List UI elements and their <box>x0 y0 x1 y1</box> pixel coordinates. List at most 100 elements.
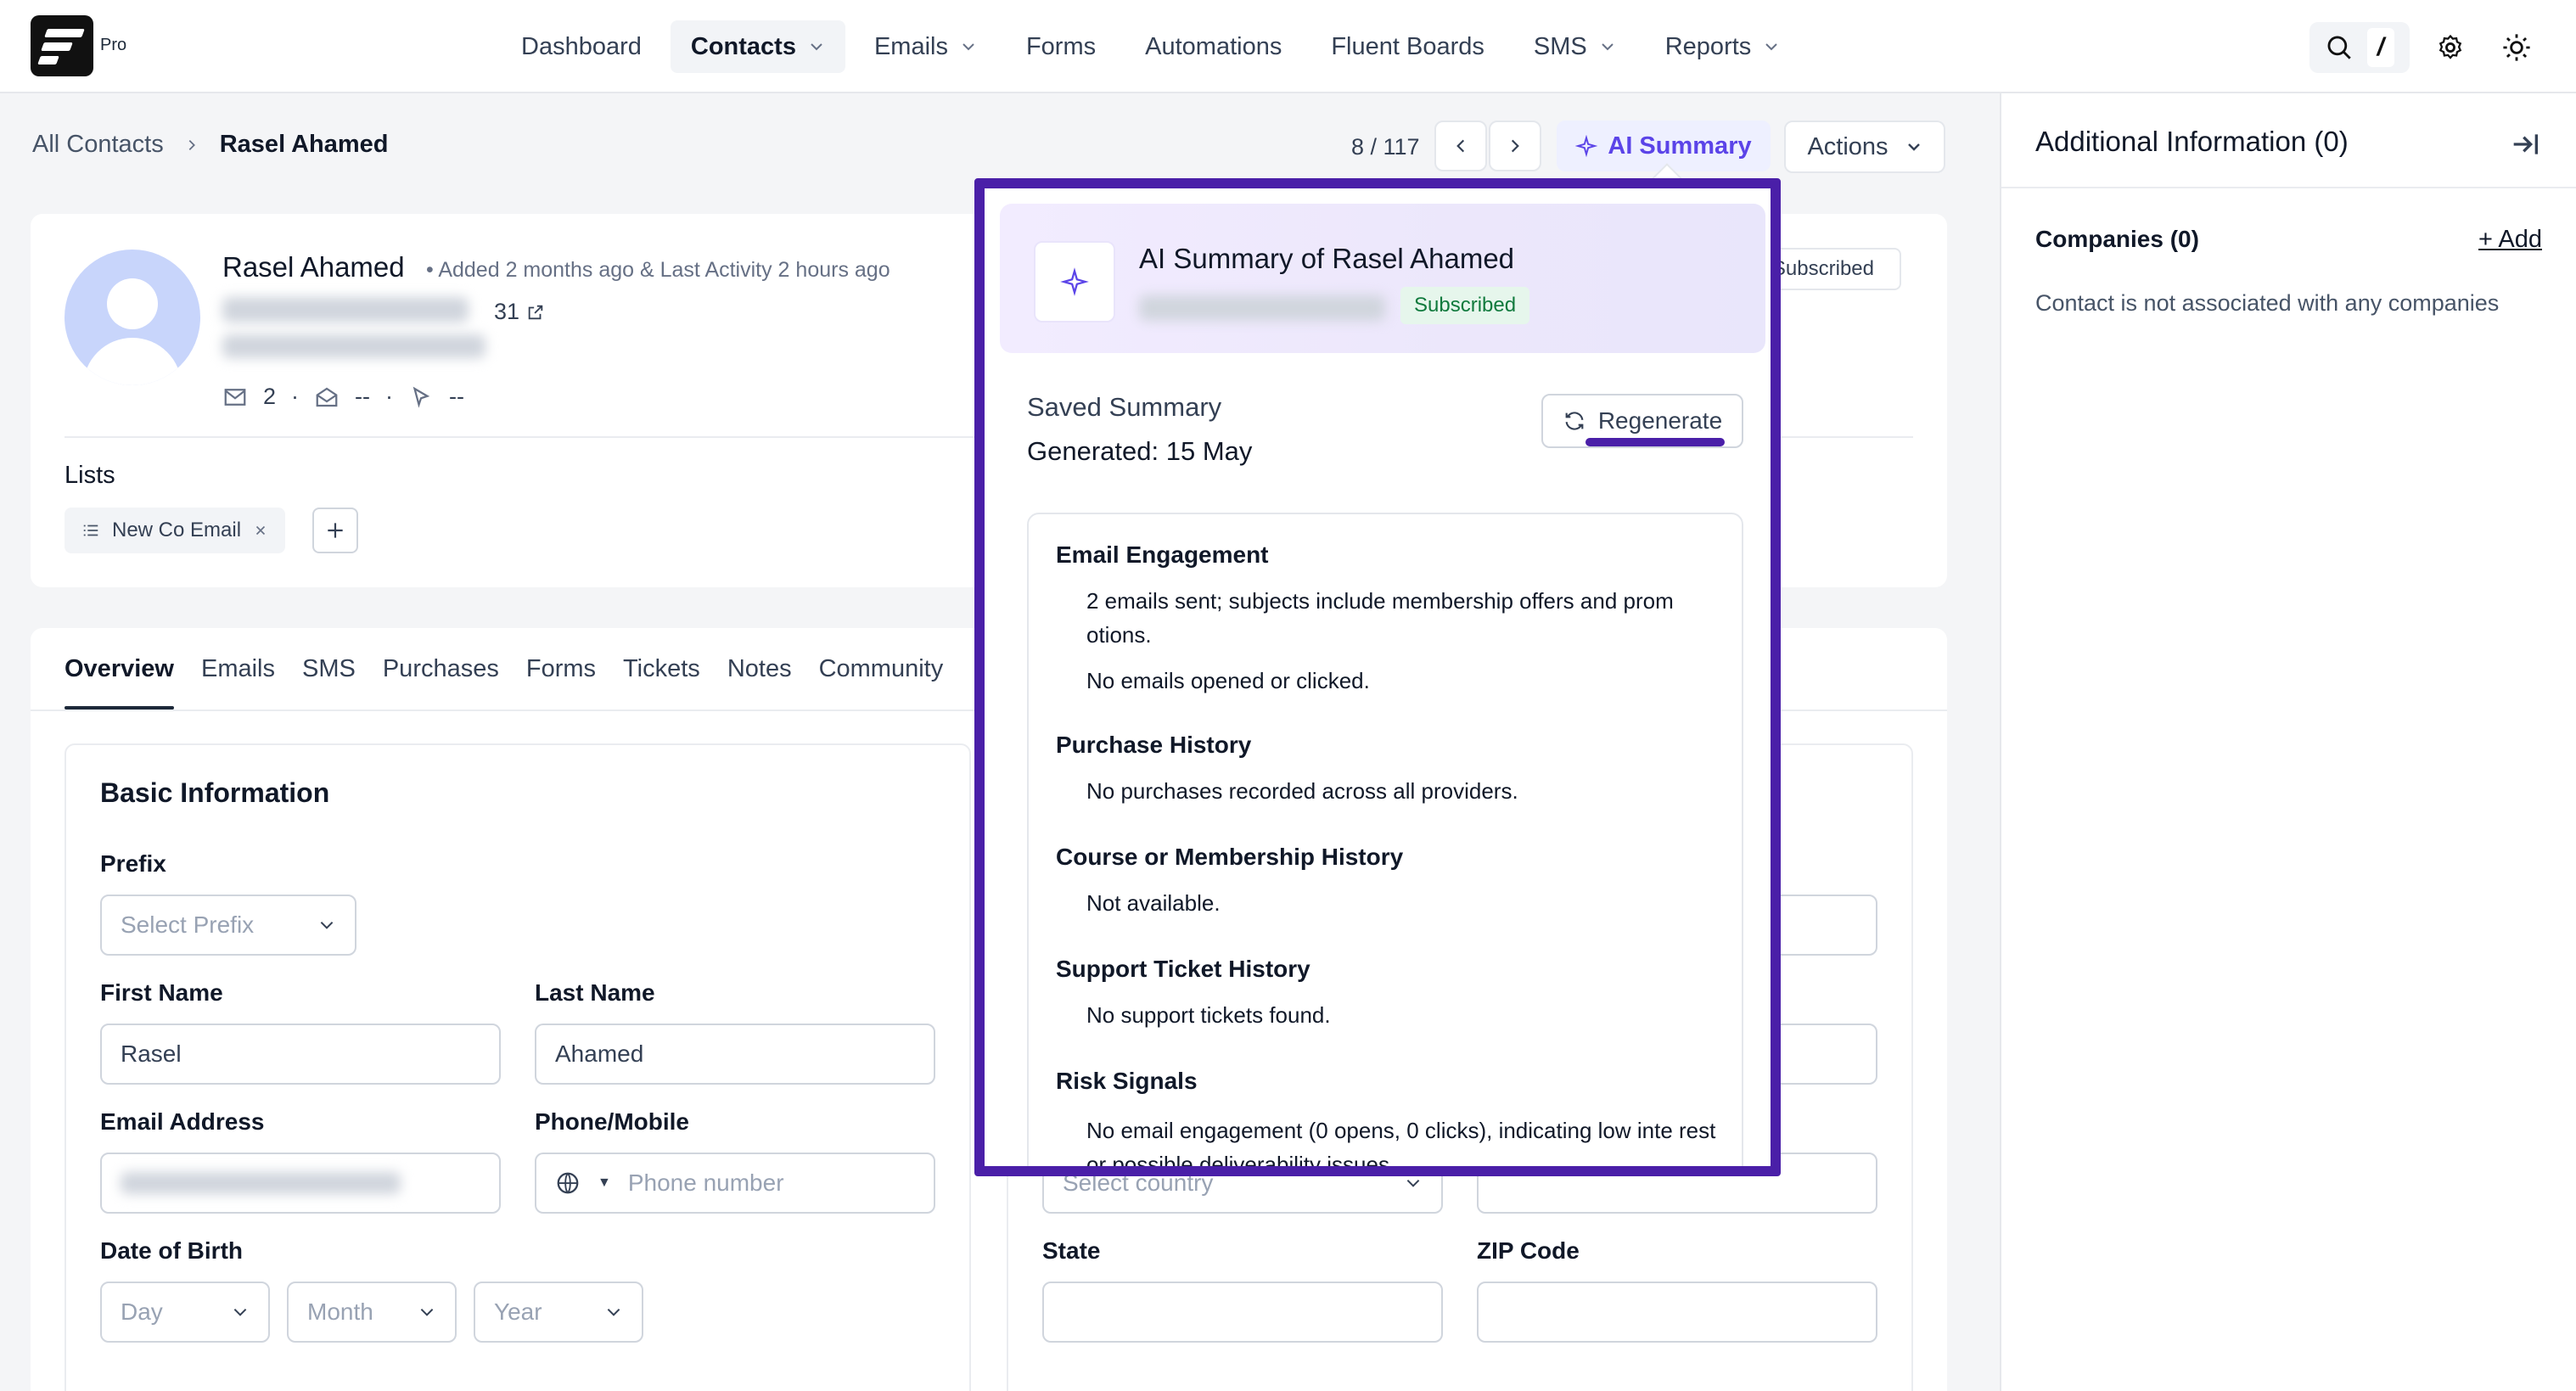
nav-label: Automations <box>1145 32 1282 60</box>
dob-label: Date of Birth <box>100 1237 243 1264</box>
search-shortcut: / <box>2366 28 2394 67</box>
saved-summary-label: Saved Summary <box>1027 392 1222 422</box>
email-field[interactable] <box>100 1153 501 1214</box>
summary-heading: Risk Signals <box>1056 1068 1198 1094</box>
tab-notes[interactable]: Notes <box>727 628 792 710</box>
theme-toggle-button[interactable] <box>2491 22 2542 73</box>
prefix-label: Prefix <box>100 850 166 877</box>
first-name-label: First Name <box>100 979 223 1006</box>
redacted-email <box>1139 295 1385 321</box>
chevron-down-icon <box>1907 143 1920 151</box>
nav-automations[interactable]: Automations <box>1125 20 1302 73</box>
last-name-field[interactable]: Ahamed <box>535 1024 935 1085</box>
top-navigation: Pro Dashboard Contacts Emails Forms Auto… <box>0 0 2576 93</box>
status-badge: Subscribed <box>1400 287 1530 324</box>
sun-icon <box>2503 34 2530 61</box>
tab-forms[interactable]: Forms <box>526 628 596 710</box>
nav-label: Contacts <box>690 32 796 60</box>
tab-tickets[interactable]: Tickets <box>623 628 700 710</box>
dob-year-select[interactable]: Year <box>474 1282 643 1343</box>
year-placeholder: Year <box>494 1298 542 1325</box>
sidebar-title: Additional Information (0) <box>2035 126 2349 157</box>
contact-tabs: Overview Emails SMS Purchases Forms Tick… <box>65 628 943 710</box>
status-dropdown[interactable]: Subscribed <box>1772 248 1901 290</box>
chevron-down-icon <box>811 43 822 51</box>
collapse-panel-icon[interactable] <box>2508 127 2542 161</box>
opens-count: -- <box>355 384 371 409</box>
phone-field[interactable]: ▼ Phone number <box>535 1153 935 1214</box>
contact-number-link[interactable]: 31 <box>494 299 545 325</box>
tab-sms[interactable]: SMS <box>302 628 356 710</box>
redacted-email-value <box>121 1172 401 1194</box>
actions-dropdown[interactable]: Actions <box>1784 121 1945 173</box>
chevron-down-icon <box>1602 43 1614 51</box>
nav-label: Fluent Boards <box>1331 32 1484 60</box>
list-icon <box>83 524 98 536</box>
fluent-logo[interactable] <box>31 15 93 76</box>
separator-dot: · <box>385 384 394 409</box>
nav-label: SMS <box>1533 32 1587 60</box>
first-name-field[interactable]: Rasel <box>100 1024 501 1085</box>
add-list-button[interactable] <box>312 508 358 553</box>
summary-content: Email Engagement 2 emails sent; subjects… <box>1027 513 1743 1166</box>
nav-tools: / <box>2309 22 2542 73</box>
contact-activity-meta: • Added 2 months ago & Last Activity 2 h… <box>426 258 890 282</box>
close-icon[interactable] <box>253 523 268 538</box>
global-search[interactable]: / <box>2309 22 2410 73</box>
nav-label: Reports <box>1664 32 1752 60</box>
tab-purchases[interactable]: Purchases <box>383 628 499 710</box>
external-link-icon <box>528 305 543 319</box>
ai-summary-header: AI Summary of Rasel Ahamed Subscribed <box>1000 204 1765 353</box>
first-name-value: Rasel <box>121 1040 182 1067</box>
zip-field[interactable] <box>1477 1282 1877 1343</box>
settings-button[interactable] <box>2425 22 2476 73</box>
nav-dashboard[interactable]: Dashboard <box>501 20 662 73</box>
month-placeholder: Month <box>307 1298 373 1325</box>
add-company-link[interactable]: + Add <box>2478 226 2542 254</box>
nav-contacts[interactable]: Contacts <box>670 20 845 73</box>
ai-icon-box <box>1034 241 1115 323</box>
basic-information-section: Basic Information Prefix Select Prefix F… <box>65 743 971 1391</box>
nav-fluent-boards[interactable]: Fluent Boards <box>1310 20 1505 73</box>
previous-contact-button[interactable] <box>1434 121 1487 171</box>
engagement-stats: 2 · -- · -- <box>222 384 464 410</box>
next-contact-button[interactable] <box>1489 121 1541 171</box>
ai-summary-label: AI Summary <box>1608 132 1752 160</box>
prefix-placeholder: Select Prefix <box>121 911 255 938</box>
summary-text: No support tickets found. <box>1086 1002 1331 1028</box>
nav-reports[interactable]: Reports <box>1645 20 1801 73</box>
tab-community[interactable]: Community <box>819 628 944 710</box>
contact-name: Rasel Ahamed <box>222 251 405 283</box>
additional-info-sidebar: Additional Information (0) Companies (0)… <box>2000 93 2576 1391</box>
ai-summary-button[interactable]: AI Summary <box>1557 121 1771 171</box>
tab-emails[interactable]: Emails <box>201 628 275 710</box>
chevron-down-icon <box>420 1308 434 1316</box>
chevron-down-icon <box>1765 43 1777 51</box>
summary-heading: Support Ticket History <box>1056 956 1310 982</box>
companies-empty-text: Contact is not associated with any compa… <box>2035 290 2500 316</box>
summary-text: No purchases recorded across all provide… <box>1086 778 1518 804</box>
state-field[interactable] <box>1042 1282 1443 1343</box>
list-tag-label: New Co Email <box>112 519 242 541</box>
refresh-icon <box>1565 412 1584 430</box>
email-label: Email Address <box>100 1108 265 1135</box>
nav-sms[interactable]: SMS <box>1513 20 1636 73</box>
state-label: State <box>1042 1237 1101 1264</box>
dob-day-select[interactable]: Day <box>100 1282 270 1343</box>
divider <box>2001 187 2576 188</box>
chevron-down-icon <box>607 1308 620 1316</box>
actions-label: Actions <box>1807 132 1889 160</box>
globe-icon[interactable] <box>555 1170 581 1196</box>
zip-label: ZIP Code <box>1477 1237 1580 1264</box>
nav-forms[interactable]: Forms <box>1006 20 1116 73</box>
prefix-select[interactable]: Select Prefix <box>100 895 356 956</box>
day-placeholder: Day <box>121 1298 163 1325</box>
caret-down-icon: ▼ <box>598 1175 611 1190</box>
lists-label: Lists <box>65 462 115 489</box>
chevron-down-icon <box>1406 1179 1420 1187</box>
nav-emails[interactable]: Emails <box>854 20 997 73</box>
dob-month-select[interactable]: Month <box>287 1282 457 1343</box>
summary-heading: Purchase History <box>1056 732 1252 758</box>
tab-overview[interactable]: Overview <box>65 628 174 710</box>
breadcrumb-all-contacts[interactable]: All Contacts <box>32 131 164 159</box>
